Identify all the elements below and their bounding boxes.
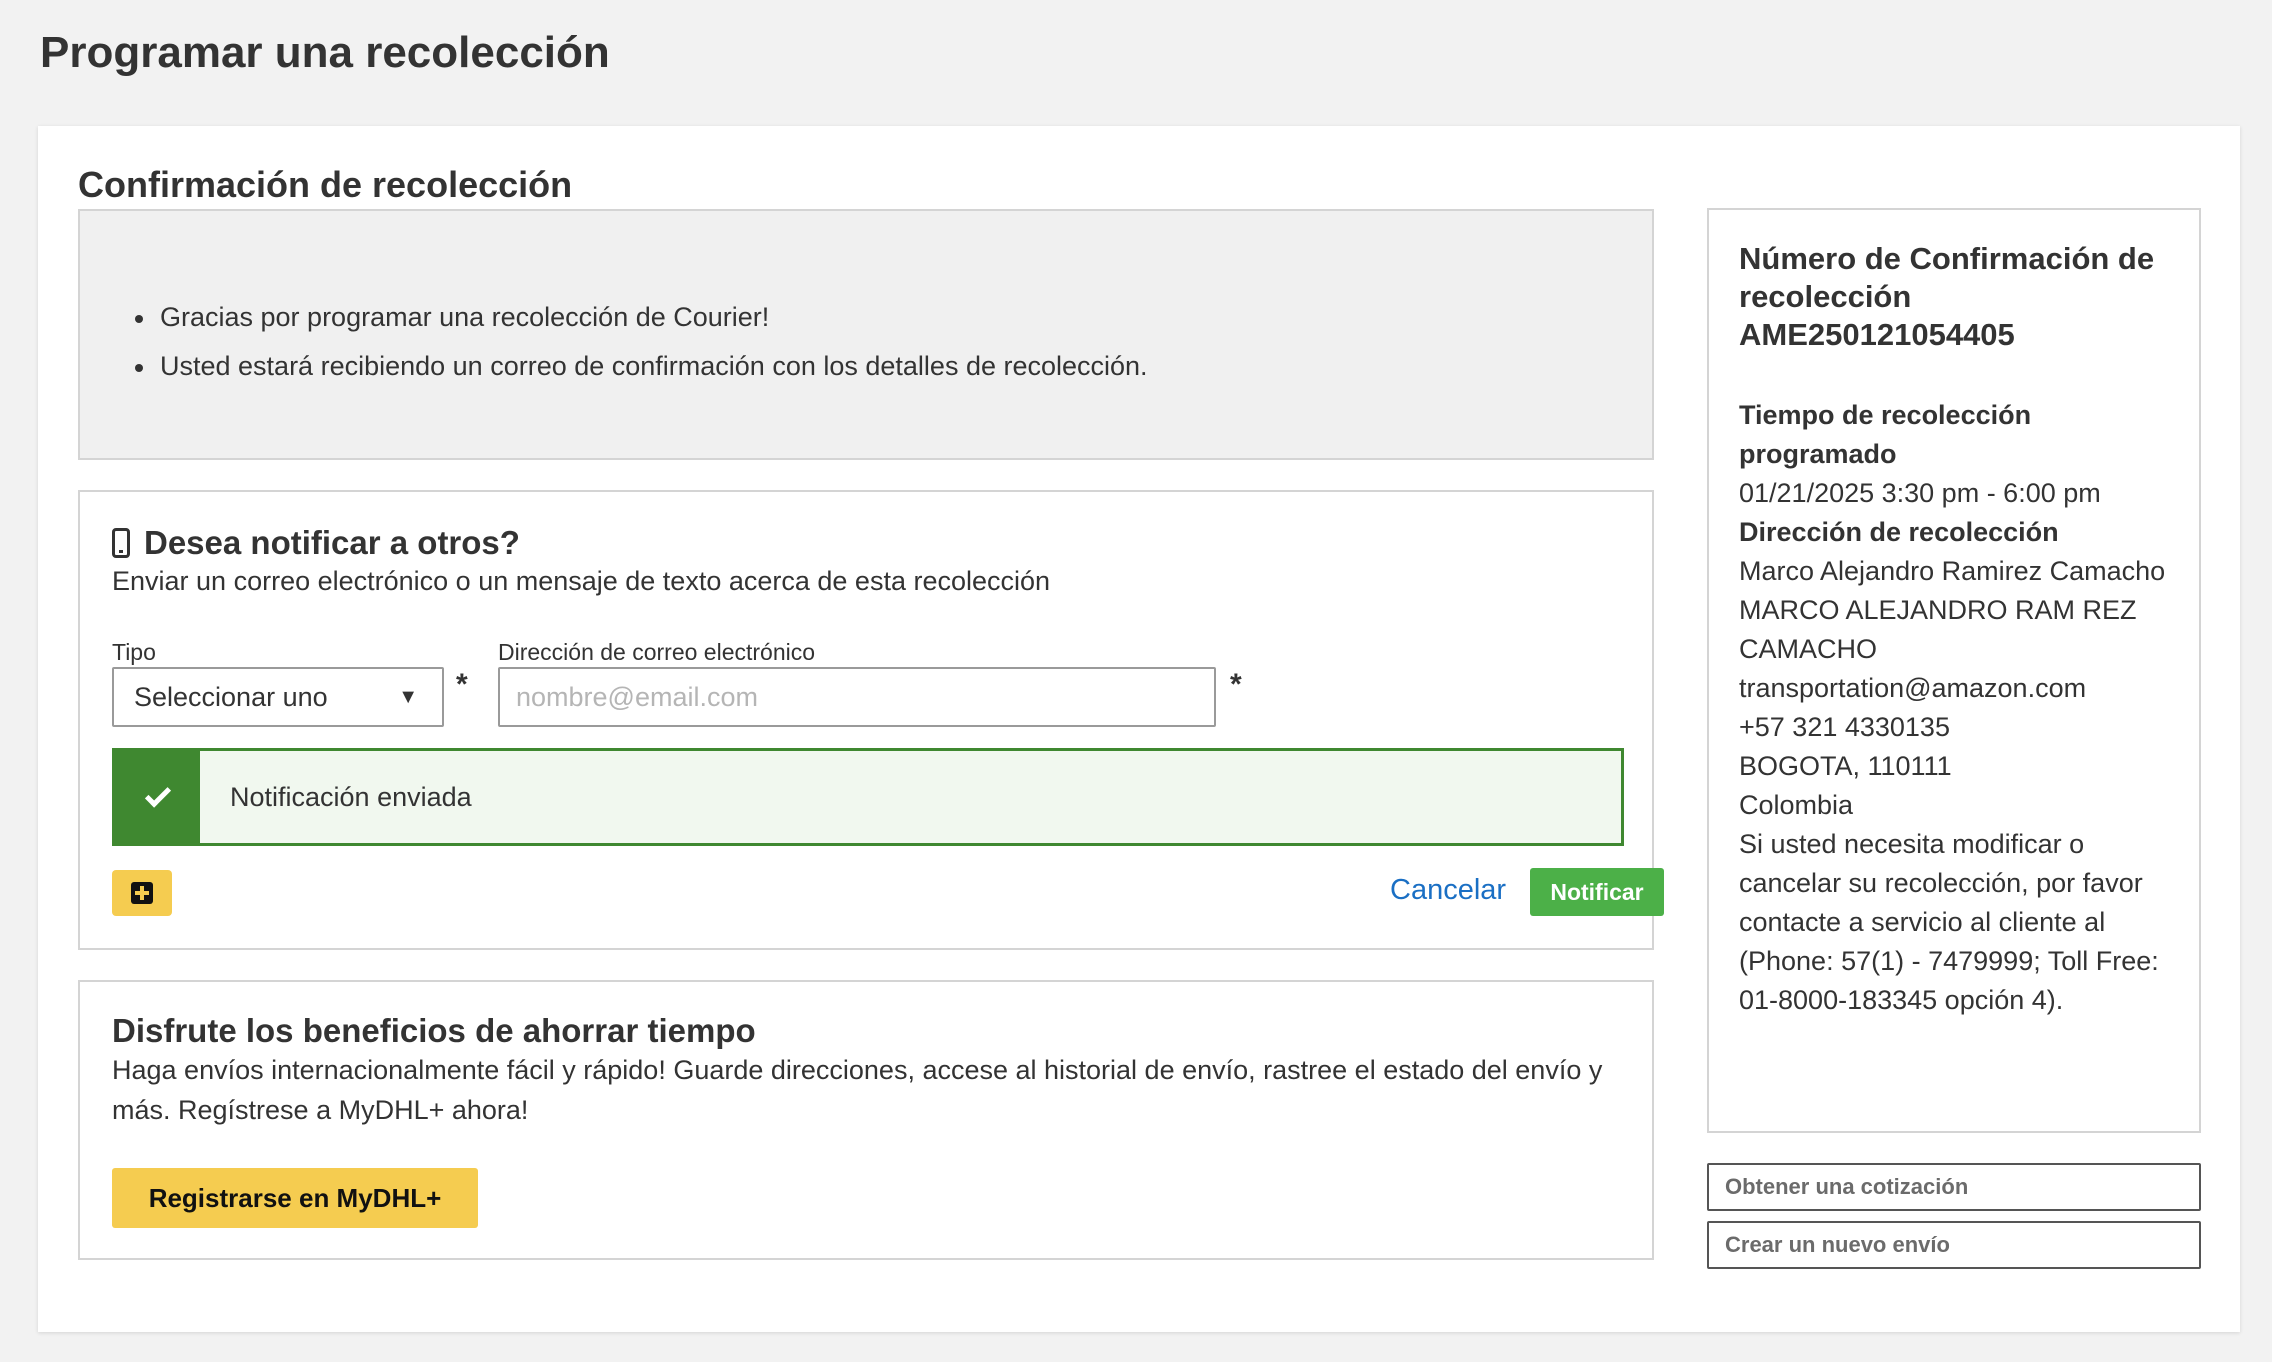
confirmation-summary: Número de Confirmación de recolección AM… — [1707, 208, 2201, 1133]
type-label: Tipo — [112, 639, 156, 665]
cancel-link[interactable]: Cancelar — [1390, 874, 1506, 907]
info-message: Gracias por programar una recolección de… — [135, 293, 1652, 342]
type-select-value: Seleccionar uno — [134, 681, 328, 712]
pickup-time-value: 01/21/2025 3:30 pm - 6:00 pm — [1739, 478, 2101, 508]
type-select[interactable]: Seleccionar uno ▼ — [112, 667, 444, 727]
mobile-phone-icon — [112, 528, 130, 558]
register-mydhl-button[interactable]: Registrarse en MyDHL+ — [112, 1168, 478, 1228]
customer-service-note: Si usted necesita modificar o cancelar s… — [1739, 829, 2159, 1015]
success-check-area — [115, 751, 200, 843]
get-quote-button[interactable]: Obtener una cotización — [1707, 1163, 2201, 1211]
address-line: transportation@amazon.com — [1739, 673, 2087, 703]
pickup-address-label: Dirección de recolección — [1739, 517, 2059, 547]
info-message: Usted estará recibiendo un correo de con… — [135, 342, 1652, 391]
promo-text: Haga envíos internacionalmente fácil y r… — [112, 1055, 1603, 1125]
address-line: Marco Alejandro Ramirez Camacho — [1739, 556, 2166, 586]
required-mark: * — [1230, 668, 1242, 701]
email-label: Dirección de correo electrónico — [498, 639, 816, 665]
confirmation-number: AME250121054405 — [1739, 317, 2015, 352]
address-line: +57 321 4330135 — [1739, 712, 1950, 742]
pickup-time-label: Tiempo de recolección programado — [1739, 400, 2032, 469]
add-recipient-button[interactable] — [112, 870, 172, 916]
confirmation-number-title: Número de Confirmación de recolección — [1739, 241, 2155, 314]
address-line: MARCO ALEJANDRO RAM REZ CAMACHO — [1739, 595, 2137, 664]
section-title: Confirmación de recolección — [78, 164, 573, 205]
main-card: Confirmación de recolección Gracias por … — [38, 126, 2240, 1332]
required-mark: * — [456, 668, 468, 701]
notify-title: Desea notificar a otros? — [144, 524, 520, 561]
info-list: Gracias por programar una recolección de… — [135, 293, 1652, 391]
notify-others-panel: Desea notificar a otros? Enviar un corre… — [78, 490, 1664, 950]
notify-header: Desea notificar a otros? — [112, 524, 520, 562]
success-message: Notificación enviada — [230, 781, 472, 812]
notify-subtitle: Enviar un correo electrónico o un mensaj… — [112, 566, 1051, 596]
page-title: Programar una recolección — [40, 28, 610, 77]
dropdown-caret-icon: ▼ — [398, 685, 418, 708]
notify-button[interactable]: Notificar — [1530, 868, 1664, 916]
plus-icon — [131, 882, 153, 904]
checkmark-icon — [144, 780, 171, 808]
success-banner: Notificación enviada — [112, 748, 1624, 846]
email-input[interactable] — [498, 667, 1216, 727]
confirmation-info-box: Gracias por programar una recolección de… — [78, 209, 1654, 460]
create-shipment-button[interactable]: Crear un nuevo envío — [1707, 1221, 2201, 1269]
promo-title: Disfrute los beneficios de ahorrar tiemp… — [112, 1012, 756, 1049]
address-line: Colombia — [1739, 790, 1854, 820]
address-line: BOGOTA, 110111 — [1739, 751, 1952, 781]
promo-panel: Disfrute los beneficios de ahorrar tiemp… — [78, 980, 1654, 1260]
